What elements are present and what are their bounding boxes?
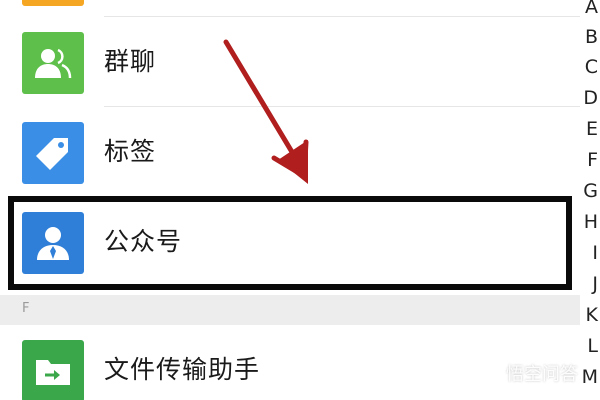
file-transfer-icon (22, 340, 84, 400)
index-letter[interactable]: D (583, 87, 598, 109)
index-letter[interactable]: F (587, 149, 598, 171)
list-item-group-chat[interactable]: 群聊 (0, 18, 580, 106)
list-item-label: 文件传输助手 (104, 355, 261, 384)
index-letter[interactable]: L (587, 335, 598, 357)
new-friends-icon-partial (22, 0, 84, 6)
divider (104, 16, 580, 17)
index-letter[interactable]: K (586, 304, 598, 326)
index-letter[interactable]: M (582, 366, 598, 388)
divider (104, 106, 580, 107)
alphabet-index[interactable]: A B C D E F G H I J K L M (580, 0, 600, 400)
contacts-list: 群聊 标签 公众号 F 文件传输助手 (0, 0, 580, 400)
watermark-logo-icon (482, 363, 502, 383)
index-letter[interactable]: C (585, 56, 598, 78)
contacts-screen: 群聊 标签 公众号 F 文件传输助手 A B C D E F G H I J K… (0, 0, 600, 400)
group-chat-icon (22, 32, 84, 94)
section-header: F (0, 295, 580, 325)
index-letter[interactable]: B (585, 26, 598, 48)
index-letter[interactable]: E (586, 118, 598, 140)
watermark-text: 悟空问答 (506, 364, 578, 385)
section-header-letter: F (22, 301, 30, 316)
index-letter[interactable]: G (583, 180, 598, 202)
watermark: 悟空问答 (482, 360, 578, 386)
list-item-label: 公众号 (104, 227, 183, 256)
index-letter[interactable]: H (584, 211, 598, 233)
official-account-icon (22, 212, 84, 274)
index-letter[interactable]: A (585, 0, 598, 18)
index-letter[interactable]: I (592, 242, 598, 264)
list-item-label: 标签 (104, 137, 157, 166)
tag-icon (22, 122, 84, 184)
list-item-label: 群聊 (104, 47, 157, 76)
list-item-official-accounts[interactable]: 公众号 (0, 198, 580, 286)
index-letter[interactable]: J (592, 273, 598, 295)
list-item-tags[interactable]: 标签 (0, 108, 580, 196)
